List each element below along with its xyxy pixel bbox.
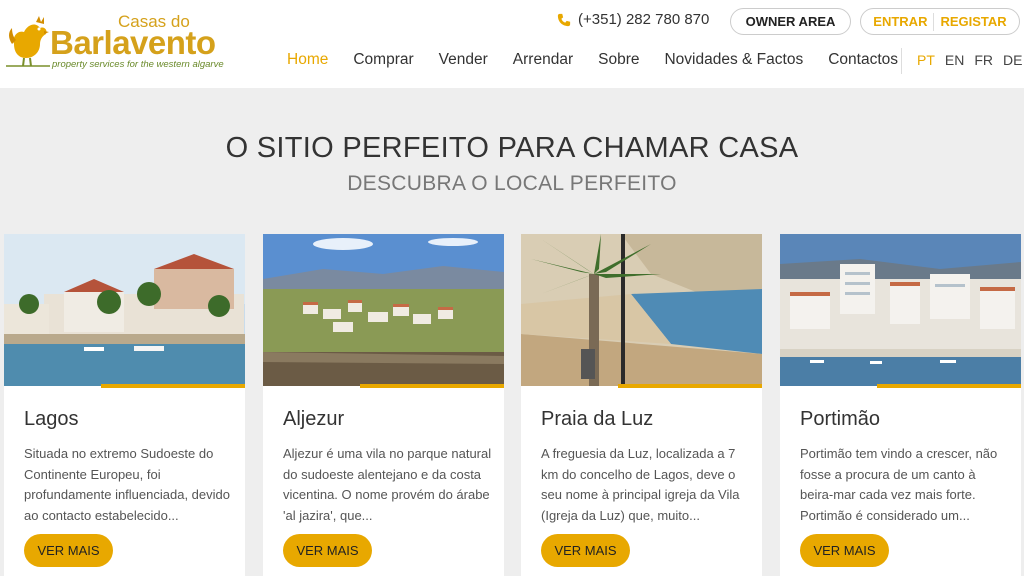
ver-mais-button[interactable]: VER MAIS [24, 534, 113, 567]
card-image-aljezur [263, 234, 504, 386]
lang-en[interactable]: EN [945, 52, 964, 68]
logo-line2: Barlavento [50, 24, 216, 61]
location-card-aljezur: Aljezur Aljezur é uma vila no parque nat… [263, 234, 504, 576]
nav-item-arrendar[interactable]: Arrendar [513, 51, 573, 69]
owner-area-button[interactable]: OWNER AREA [730, 8, 851, 35]
site-logo[interactable]: Casas do Barlavento property services fo… [6, 12, 224, 74]
nav-item-home[interactable]: Home [287, 51, 328, 69]
card-title: Lagos [24, 408, 79, 430]
phone-link[interactable]: (+351) 282 780 870 [557, 11, 709, 28]
card-image-lagos [4, 234, 245, 386]
location-card-praia-da-luz: Praia da Luz A freguesia da Luz, localiz… [521, 234, 762, 576]
main-nav: Home Comprar Vender Arrendar Sobre Novid… [287, 51, 923, 69]
lang-pt[interactable]: PT [917, 52, 935, 68]
card-title: Aljezur [283, 408, 345, 430]
card-image-portimao [780, 234, 1021, 386]
logo-tagline: property services for the western algarv… [52, 59, 224, 70]
phone-icon [557, 13, 571, 26]
card-accent-bar [877, 384, 1021, 388]
card-description: Aljezur é uma vila no parque natural do … [283, 446, 492, 523]
nav-item-vender[interactable]: Vender [439, 51, 488, 69]
login-button[interactable]: ENTRAR [873, 14, 927, 29]
nav-item-contactos[interactable]: Contactos [828, 51, 898, 69]
card-accent-bar [101, 384, 245, 388]
card-title: Portimão [800, 408, 881, 430]
lang-fr[interactable]: FR [974, 52, 993, 68]
card-description: Situada no extremo Sudoeste do Continent… [24, 446, 230, 523]
card-image-praia-da-luz [521, 234, 762, 386]
nav-divider [901, 48, 902, 74]
nav-item-novidades[interactable]: Novidades & Factos [664, 51, 803, 69]
ver-mais-button[interactable]: VER MAIS [541, 534, 630, 567]
hero-subtitle: DESCUBRA O LOCAL PERFEITO [347, 172, 677, 195]
card-title: Praia da Luz [541, 408, 654, 430]
location-card-portimao: Portimão Portimão tem vindo a crescer, n… [780, 234, 1021, 576]
nav-item-sobre[interactable]: Sobre [598, 51, 639, 69]
language-switcher: PT EN FR DE [917, 52, 1024, 68]
hero-title: O SITIO PERFEITO PARA CHAMAR CASA [225, 132, 799, 164]
auth-divider [933, 12, 935, 31]
auth-buttons: ENTRAR REGISTAR [860, 8, 1020, 35]
nav-item-comprar[interactable]: Comprar [353, 51, 413, 69]
ver-mais-button[interactable]: VER MAIS [283, 534, 372, 567]
card-description: A freguesia da Luz, localizada a 7 km do… [541, 446, 740, 523]
card-accent-bar [618, 384, 762, 388]
site-header: Casas do Barlavento property services fo… [0, 0, 1024, 88]
rooster-icon [6, 16, 50, 67]
ver-mais-button[interactable]: VER MAIS [800, 534, 889, 567]
location-card-lagos: Lagos Situada no extremo Sudoeste do Con… [4, 234, 245, 576]
register-button[interactable]: REGISTAR [940, 14, 1006, 29]
lang-de[interactable]: DE [1003, 52, 1022, 68]
card-description: Portimão tem vindo a crescer, não fosse … [800, 446, 998, 523]
card-accent-bar [360, 384, 504, 388]
phone-number: (+351) 282 780 870 [578, 11, 710, 28]
